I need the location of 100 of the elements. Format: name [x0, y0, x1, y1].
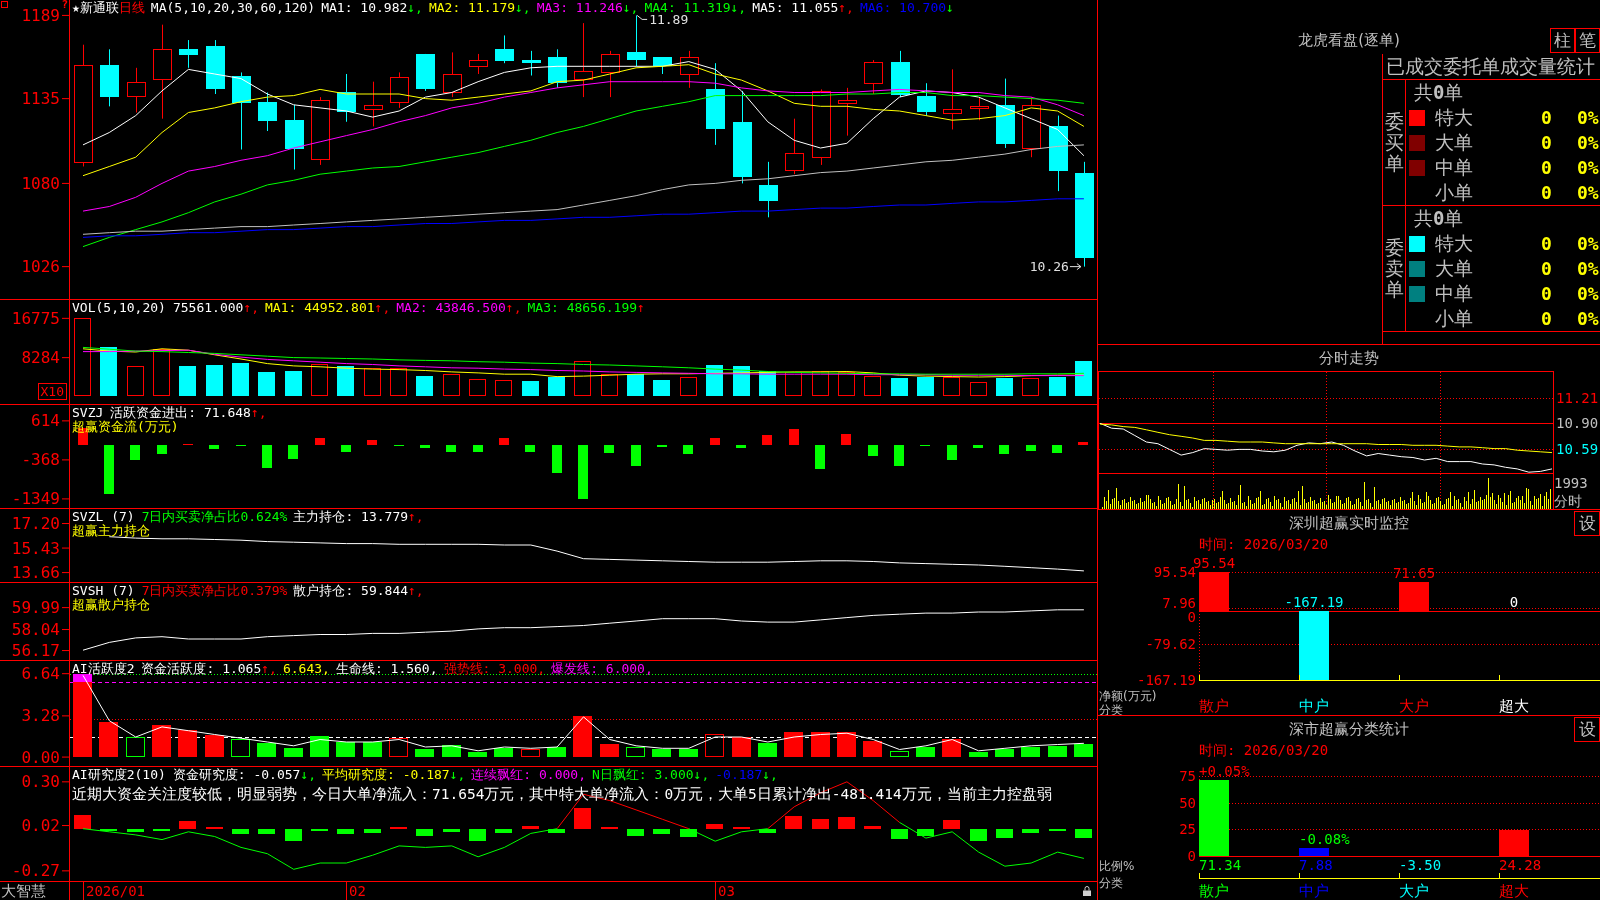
indicator-subtitle: 超赢资金流(万元)	[72, 420, 179, 434]
indicator-value: MA2: 43846.500	[396, 300, 506, 315]
order-size-label: 大单	[1435, 256, 1473, 281]
indicator-value: MA2: 11.179	[428, 0, 516, 15]
change-label: +0.05%	[1199, 763, 1250, 779]
trend-arrow: ↑,	[408, 583, 424, 598]
order-count: 0	[1541, 131, 1552, 155]
candle	[996, 78, 1015, 149]
axis-label: 13.66	[11, 563, 60, 582]
axis-label: 10.59	[1556, 440, 1599, 457]
trend-arrow: ↓,	[449, 767, 466, 782]
value-label: 7.88	[1299, 857, 1333, 873]
axis-label: 16775	[11, 308, 60, 328]
axis-label: 6.64	[21, 664, 60, 684]
axis-label: 25	[1179, 821, 1196, 838]
period-label: 日线	[118, 0, 145, 15]
trend-arrow: ↑,	[505, 300, 522, 315]
candle	[970, 96, 989, 121]
order-count: 0	[1541, 307, 1552, 331]
indicator-value: 7日内买卖净占比0.624%	[141, 509, 288, 524]
candle	[653, 56, 672, 75]
candle	[179, 39, 198, 69]
axis-label: 1026	[21, 257, 60, 277]
date-label: 02	[346, 882, 366, 900]
category-label: 中户	[1299, 882, 1329, 900]
order-share: 0%	[1577, 131, 1599, 155]
axis-label: 1080	[21, 173, 60, 193]
view-toggle-button[interactable]: 柱	[1550, 28, 1575, 53]
order-size-label: 小单	[1435, 306, 1473, 331]
indicator-name: VOL(5,10,20)	[72, 300, 166, 315]
axis-label: 10.90	[1556, 415, 1599, 432]
axis-label: 614	[31, 411, 60, 431]
candle	[785, 118, 804, 175]
trend-arrow: ↓,	[622, 0, 639, 15]
candle	[864, 59, 883, 95]
order-share: 0%	[1577, 257, 1599, 281]
price-label: 10.26	[1029, 259, 1069, 275]
axis-label: 15.43	[11, 538, 60, 558]
lock-icon	[1083, 886, 1091, 896]
trend-arrow: ↑,	[408, 509, 424, 524]
indicator-subtitle: 超赢散户持仓	[72, 598, 150, 612]
settings-button[interactable]: 设	[1574, 510, 1600, 536]
candle	[522, 50, 541, 76]
trend-arrow: ↑,	[261, 661, 277, 676]
indicator-name: AI活跃度2	[72, 661, 135, 676]
axis-label: -0.27	[11, 861, 60, 881]
panel-title: 分时走势	[1319, 349, 1379, 367]
axis-label: -368	[21, 450, 60, 470]
panel-title: 深圳超赢实时监控	[1289, 514, 1409, 532]
axis-label: 7.96	[1162, 594, 1196, 611]
category-label: 中户	[1299, 697, 1329, 715]
indicator-value: 活跃资金进出: 71.648	[110, 405, 251, 420]
category-label: 大户	[1399, 697, 1429, 715]
view-toggle-button[interactable]: 笔	[1575, 28, 1600, 53]
brand-name: 大智慧	[0, 882, 70, 900]
candle	[258, 91, 277, 132]
panel-title: 深市超赢分类统计	[1289, 720, 1409, 738]
indicator-value: 75561.000	[172, 300, 244, 315]
category-label: 超大	[1499, 882, 1529, 900]
leader-line-icon	[636, 14, 648, 20]
candle	[891, 50, 910, 98]
date-label: 2026/01	[83, 882, 145, 900]
indicator-value: 连续飘红: 0.000,	[471, 767, 586, 782]
order-share: 0%	[1577, 106, 1599, 130]
change-label: -0.08%	[1299, 831, 1350, 847]
order-total: 共0单	[1414, 206, 1464, 231]
group-label: 委卖单	[1384, 237, 1404, 300]
indicator-value: -0.187	[715, 767, 763, 782]
axis-title: 分类	[1099, 703, 1123, 715]
candle	[127, 67, 146, 113]
candle	[206, 39, 225, 95]
value-label: 0	[1509, 594, 1519, 610]
indicator-value: MA6: 10.700	[859, 0, 947, 15]
trend-arrow: ↓,	[730, 0, 747, 15]
order-count: 0	[1541, 232, 1552, 256]
order-count: 0	[1541, 257, 1552, 281]
order-count: 0	[1541, 282, 1552, 306]
category-label: 散户	[1199, 697, 1229, 715]
order-size-label: 特大	[1435, 105, 1473, 130]
axis-label: 0	[1187, 848, 1196, 864]
order-share: 0%	[1577, 232, 1599, 256]
indicator-value: 散户持仓: 59.844	[293, 583, 409, 598]
axis-label: 1189	[21, 5, 60, 25]
help-button[interactable]: ?	[61, 0, 68, 10]
indicator-value: 生命线: 1.560,	[335, 661, 438, 676]
trend-arrow: ↑,	[838, 0, 854, 15]
date-label: 03	[715, 882, 735, 900]
indicator-value: MA3: 11.246	[536, 0, 623, 15]
axis-label: 3.28	[21, 706, 60, 726]
axis-label: 1135	[21, 89, 60, 109]
settings-button[interactable]: 设	[1574, 716, 1600, 742]
trend-arrow: ↓,	[693, 767, 710, 782]
candle	[337, 73, 356, 123]
order-share: 0%	[1577, 156, 1599, 180]
indicator-name: SVSH (7)	[72, 583, 135, 598]
indicator-value: 爆发线: 6.000,	[551, 661, 653, 676]
axis-label: 8284	[21, 348, 60, 368]
axis-label: -167.19	[1137, 672, 1196, 688]
order-share: 0%	[1577, 307, 1599, 331]
candle	[416, 53, 435, 92]
